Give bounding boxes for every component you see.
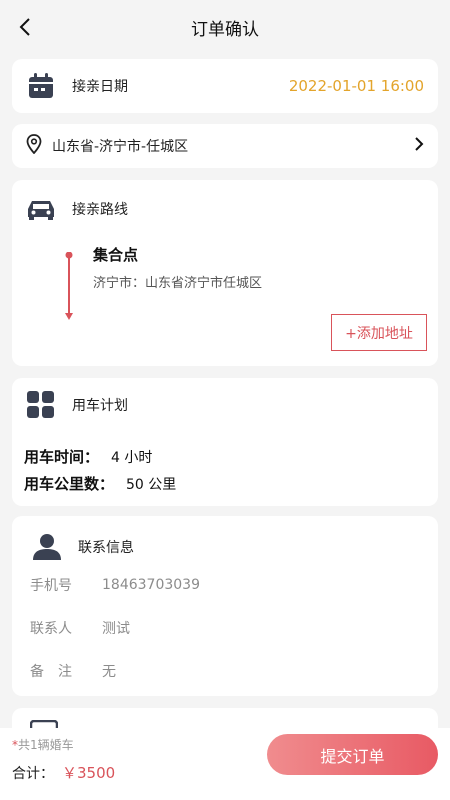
contact-name-label: 联系人 (30, 621, 72, 637)
chevron-right-icon (414, 136, 424, 156)
usage-distance-label: 用车公里数： (24, 475, 115, 493)
gather-point-address: 济宁市：山东省济宁市任城区 (93, 276, 263, 291)
submit-order-button[interactable]: 提交订单 (267, 734, 438, 775)
note-row[interactable]: 备 注 无 (30, 661, 116, 681)
route-line-icon (65, 252, 73, 320)
calendar-icon (26, 71, 56, 101)
usage-distance-row: 用车公里数： 50 公里 (24, 473, 176, 494)
pickup-date-card[interactable]: 接亲日期 2022-01-01 16:00 (12, 59, 438, 113)
usage-time-label: 用车时间： (24, 448, 100, 466)
usage-plan-title: 用车计划 (72, 398, 128, 414)
car-count-note: *共1辆婚车 (12, 736, 74, 753)
bottom-bar: *共1辆婚车 合计： ￥3500 提交订单 (0, 728, 450, 800)
pickup-date-value: 2022-01-01 16:00 (288, 77, 424, 95)
grid-icon (26, 390, 56, 420)
contact-title: 联系信息 (78, 540, 134, 556)
usage-time-value: 4 小时 (111, 450, 153, 466)
total-line: 合计： ￥3500 (12, 762, 115, 783)
phone-label: 手机号 (30, 578, 72, 594)
pickup-date-label: 接亲日期 (72, 79, 128, 95)
route-title: 接亲路线 (72, 202, 128, 218)
total-amount: ￥3500 (62, 764, 116, 782)
chevron-left-icon (19, 18, 30, 36)
note-label: 备 注 (30, 664, 72, 680)
top-bar: 订单确认 (0, 0, 450, 54)
contact-name-value: 测试 (102, 621, 130, 637)
usage-time-row: 用车时间： 4 小时 (24, 446, 152, 467)
usage-distance-value: 50 公里 (126, 477, 177, 493)
add-address-button[interactable]: +添加地址 (331, 314, 427, 351)
total-label: 合计： (12, 766, 54, 782)
gather-point-title: 集合点 (93, 246, 139, 264)
page-title: 订单确认 (191, 19, 259, 40)
car-icon (26, 194, 56, 224)
phone-row[interactable]: 手机号 18463703039 (30, 575, 200, 595)
note-value: 无 (102, 664, 116, 680)
phone-value: 18463703039 (102, 577, 200, 593)
person-icon (32, 532, 62, 562)
location-selector[interactable]: 山东省-济宁市-任城区 (12, 124, 438, 168)
contact-name-row[interactable]: 联系人 测试 (30, 618, 130, 638)
location-text: 山东省-济宁市-任城区 (52, 139, 189, 155)
back-button[interactable] (12, 14, 38, 40)
car-count-text: 共1辆婚车 (18, 738, 74, 752)
location-pin-icon (26, 134, 42, 158)
